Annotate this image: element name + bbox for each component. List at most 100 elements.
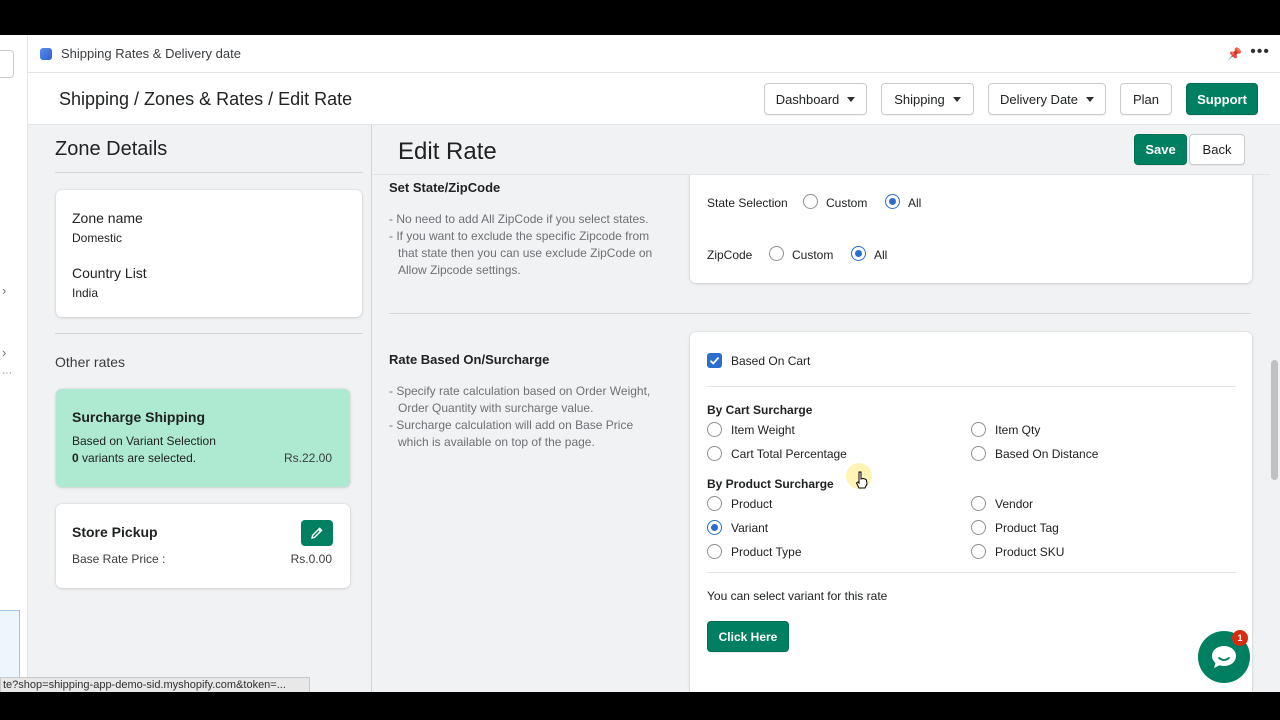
delivery-date-dropdown[interactable]: Delivery Date [988, 83, 1106, 115]
delivery-date-label: Delivery Date [999, 91, 1079, 107]
product-tag-label: Product Tag [995, 521, 1059, 535]
scrollbar-thumb[interactable] [1271, 360, 1278, 480]
state-custom-radio[interactable] [803, 194, 818, 209]
rate-card-surcharge[interactable]: Surcharge Shipping Based on Variant Sele… [56, 389, 350, 487]
shipping-dropdown[interactable]: Shipping [881, 83, 974, 115]
page-header: Shipping / Zones & Rates / Edit Rate Das… [28, 73, 1280, 125]
edit-rate-main: Set State/ZipCode - No need to add All Z… [372, 125, 1270, 692]
rate-card-store-pickup[interactable]: Store Pickup Base Rate Price : Rs.0.00 [56, 504, 350, 588]
divider [707, 572, 1236, 573]
zone-name-value: Domestic [72, 231, 123, 245]
save-label: Save [1145, 142, 1176, 157]
product-type-radio[interactable] [707, 544, 722, 559]
cart-total-percentage-label: Cart Total Percentage [731, 447, 847, 461]
more-icon[interactable]: ⋯ [2, 368, 12, 379]
help-line: - No need to add All ZipCode if you sele… [389, 212, 649, 226]
country-list-value: India [72, 286, 99, 300]
item-weight-radio[interactable] [707, 422, 722, 437]
state-all-radio[interactable] [885, 194, 900, 209]
sidebar-collapsed-box[interactable] [0, 50, 14, 78]
item-weight-label: Item Weight [731, 423, 795, 437]
country-list-label: Country List [72, 265, 147, 281]
caret-down-icon [952, 96, 961, 102]
based-on-distance-radio[interactable] [971, 446, 986, 461]
zipcode-label: ZipCode [707, 248, 753, 262]
pin-icon[interactable]: 📌 [1227, 47, 1242, 61]
chat-icon [1212, 646, 1236, 668]
section-divider [389, 313, 1251, 314]
cart-surcharge-heading: By Cart Surcharge [707, 403, 813, 417]
vendor-radio[interactable] [971, 496, 986, 511]
variant-count-text: 0 variants are selected. [72, 451, 196, 465]
product-radio[interactable] [707, 496, 722, 511]
more-options-icon[interactable]: ••• [1250, 43, 1270, 61]
state-custom-label: Custom [826, 196, 868, 210]
app-title-bar: Shipping Rates & Delivery date 📌 ••• [28, 35, 1280, 73]
state-selection-label: State Selection [707, 196, 788, 210]
hand-cursor-icon [855, 471, 868, 489]
rate-price: Rs.22.00 [283, 451, 332, 465]
product-sku-label: Product SKU [995, 545, 1065, 559]
variant-note: You can select variant for this rate [707, 589, 888, 603]
rate-section-title: Rate Based On/Surcharge [389, 352, 550, 367]
chevron-right-icon[interactable]: › [2, 345, 6, 360]
variant-count-suffix: variants are selected. [78, 451, 197, 465]
back-button[interactable]: Back [1189, 134, 1245, 165]
based-on-cart-checkbox[interactable] [707, 353, 722, 368]
zipcode-custom-label: Custom [792, 248, 834, 262]
rate-surcharge-card: Based On Cart By Cart Surcharge Item Wei… [690, 332, 1252, 692]
rate-name: Surcharge Shipping [72, 409, 206, 425]
back-label: Back [1202, 142, 1232, 157]
app-frame: › › ⋯ Shipping Rates & Delivery date 📌 •… [0, 35, 1280, 692]
app-title: Shipping Rates & Delivery date [61, 46, 241, 61]
rate-section-help: - Specify rate calculation based on Orde… [389, 383, 659, 451]
variant-radio[interactable] [707, 520, 722, 535]
support-label: Support [1197, 91, 1247, 107]
zone-details-panel: Zone Details Zone name Domestic Country … [28, 125, 372, 692]
dashboard-label: Dashboard [775, 91, 840, 107]
state-section-title: Set State/ZipCode [389, 180, 501, 195]
rate-price: Rs.0.00 [290, 552, 332, 566]
sidebar-input-fragment[interactable] [0, 610, 20, 680]
variant-count: 0 [72, 451, 79, 465]
zone-name-label: Zone name [72, 210, 143, 226]
dashboard-dropdown[interactable]: Dashboard [764, 83, 867, 115]
edit-rate-button[interactable] [301, 520, 333, 546]
click-here-button[interactable]: Click Here [707, 621, 789, 652]
shipping-label: Shipping [894, 91, 945, 107]
click-here-label: Click Here [718, 629, 778, 644]
vendor-label: Vendor [995, 497, 1034, 511]
page-scrollbar[interactable] [1270, 125, 1280, 692]
plan-button[interactable]: Plan [1120, 83, 1172, 115]
left-sidebar-strip: › › ⋯ [0, 35, 28, 692]
breadcrumb: Shipping / Zones & Rates / Edit Rate [59, 89, 353, 109]
rate-name: Store Pickup [72, 524, 158, 540]
state-zipcode-card: State Selection Custom All ZipCode Custo… [690, 165, 1252, 283]
save-button[interactable]: Save [1134, 134, 1187, 165]
chevron-right-icon[interactable]: › [2, 283, 6, 298]
caret-down-icon [847, 96, 856, 102]
zipcode-all-radio[interactable] [851, 246, 866, 261]
item-qty-radio[interactable] [971, 422, 986, 437]
product-sku-radio[interactable] [971, 544, 986, 559]
help-line: - Specify rate calculation based on Orde… [389, 384, 651, 415]
product-label: Product [731, 497, 773, 511]
state-section-help: - No need to add All ZipCode if you sele… [389, 211, 659, 279]
state-all-label: All [908, 196, 922, 210]
rate-detail: Based on Variant Selection [72, 434, 216, 448]
variant-label: Variant [731, 521, 769, 535]
product-type-label: Product Type [731, 545, 802, 559]
based-on-distance-label: Based On Distance [995, 447, 1099, 461]
support-button[interactable]: Support [1186, 83, 1258, 115]
pencil-icon [311, 527, 323, 539]
zone-details-title: Zone Details [55, 138, 168, 160]
status-bar-url: te?shop=shipping-app-demo-sid.myshopify.… [0, 677, 310, 692]
zipcode-custom-radio[interactable] [769, 246, 784, 261]
caret-down-icon [1086, 96, 1095, 102]
cart-total-percentage-radio[interactable] [707, 446, 722, 461]
page-title: Edit Rate [398, 138, 497, 165]
product-tag-radio[interactable] [971, 520, 986, 535]
divider [55, 333, 363, 334]
based-on-cart-label: Based On Cart [731, 354, 811, 368]
edit-rate-header: Edit Rate Save Back [372, 125, 1270, 175]
